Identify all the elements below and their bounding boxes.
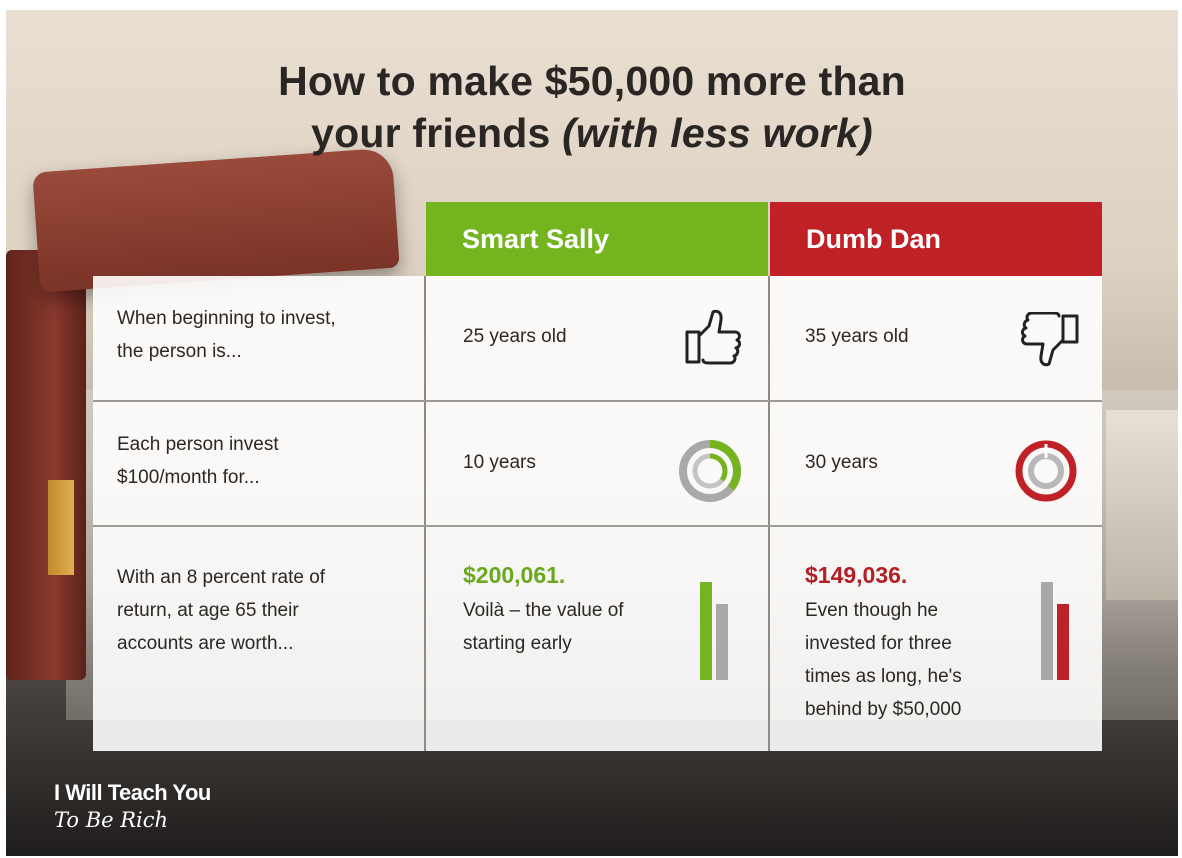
thumbs-down-icon [1021, 312, 1079, 367]
note-line: starting early [463, 633, 572, 654]
book-ribbon [48, 480, 74, 575]
bar-comparison-icon [1041, 582, 1069, 680]
comparison-table: When beginning to invest, the person is.… [93, 276, 1102, 751]
column-header-dumb-dan: Dumb Dan [770, 202, 1102, 276]
label-line: With an 8 percent rate of [117, 567, 326, 588]
note-line: behind by $50,000 [805, 699, 962, 720]
label-line: return, at age 65 their [117, 600, 299, 621]
dan-note: Even though he invested for three times … [805, 594, 962, 726]
title-line-2-plain: your friends [311, 110, 563, 156]
page-title: How to make $50,000 more than your frien… [6, 55, 1178, 159]
sally-invest-duration: 10 years [463, 452, 536, 473]
title-line-2: your friends (with less work) [6, 107, 1178, 159]
column-header-smart-sally: Smart Sally [426, 202, 768, 276]
sally-account-value: $200,061. [463, 562, 566, 588]
dan-account-value: $149,036. [805, 562, 908, 588]
title-line-2-italic: (with less work) [562, 110, 873, 156]
row-label-account-value: With an 8 percent rate of return, at age… [117, 561, 325, 660]
sally-note: Voilà – the value of starting early [463, 594, 624, 660]
brand-logo-line-1: I Will Teach You [54, 780, 211, 805]
dan-start-age: 35 years old [805, 326, 909, 347]
label-line: Each person invest [117, 434, 279, 455]
progress-ring-icon [679, 440, 741, 502]
book-cover [32, 147, 400, 293]
brand-logo-line-2: To Be Rich [54, 808, 169, 832]
row-label-start-age: When beginning to invest, the person is.… [117, 302, 336, 368]
note-line: Even though he [805, 600, 939, 621]
progress-ring-icon [1015, 440, 1077, 502]
note-line: times as long, he's [805, 666, 962, 687]
label-line: accounts are worth... [117, 633, 294, 654]
note-line: Voilà – the value of [463, 600, 624, 621]
book-spine [6, 250, 86, 680]
title-line-1: How to make $50,000 more than [278, 58, 906, 104]
row-divider [93, 525, 1102, 527]
background-book [1106, 410, 1178, 600]
row-label-invest-duration: Each person invest $100/month for... [117, 428, 279, 494]
infographic: How to make $50,000 more than your frien… [6, 10, 1178, 856]
label-line: the person is... [117, 341, 242, 362]
column-divider [424, 276, 426, 751]
thumbs-up-icon [685, 309, 741, 365]
row-divider [93, 400, 1102, 402]
label-line: When beginning to invest, [117, 308, 336, 329]
sally-start-age: 25 years old [463, 326, 567, 347]
column-divider [768, 276, 770, 751]
bar-comparison-icon [700, 582, 728, 680]
dan-invest-duration: 30 years [805, 452, 878, 473]
note-line: invested for three [805, 633, 952, 654]
label-line: $100/month for... [117, 467, 260, 488]
